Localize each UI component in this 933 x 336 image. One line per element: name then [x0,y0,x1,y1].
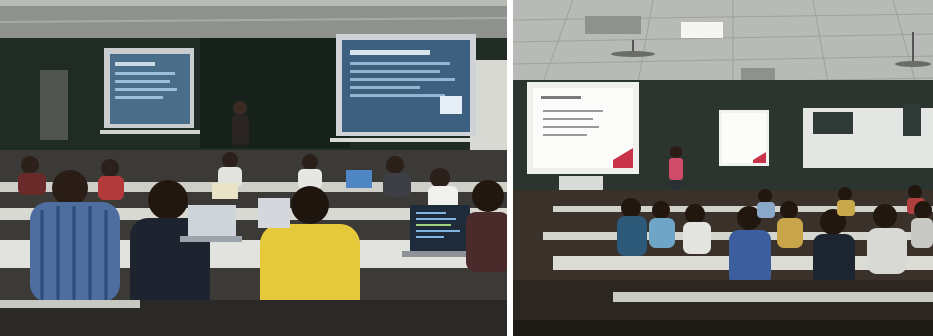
projector-screen-right [719,110,769,166]
projector-screen-right [330,34,482,142]
projector-screen-left [527,82,639,174]
photo-right [513,0,933,336]
greenboard [200,38,350,148]
classroom-scene-right [513,0,933,336]
classroom-scene-left [0,0,507,336]
photo-left [0,0,507,336]
ceiling-light [681,22,723,38]
laptop [188,205,236,237]
instructor [232,101,249,145]
ac-vent [585,16,641,34]
projector-screen-left [100,48,200,134]
